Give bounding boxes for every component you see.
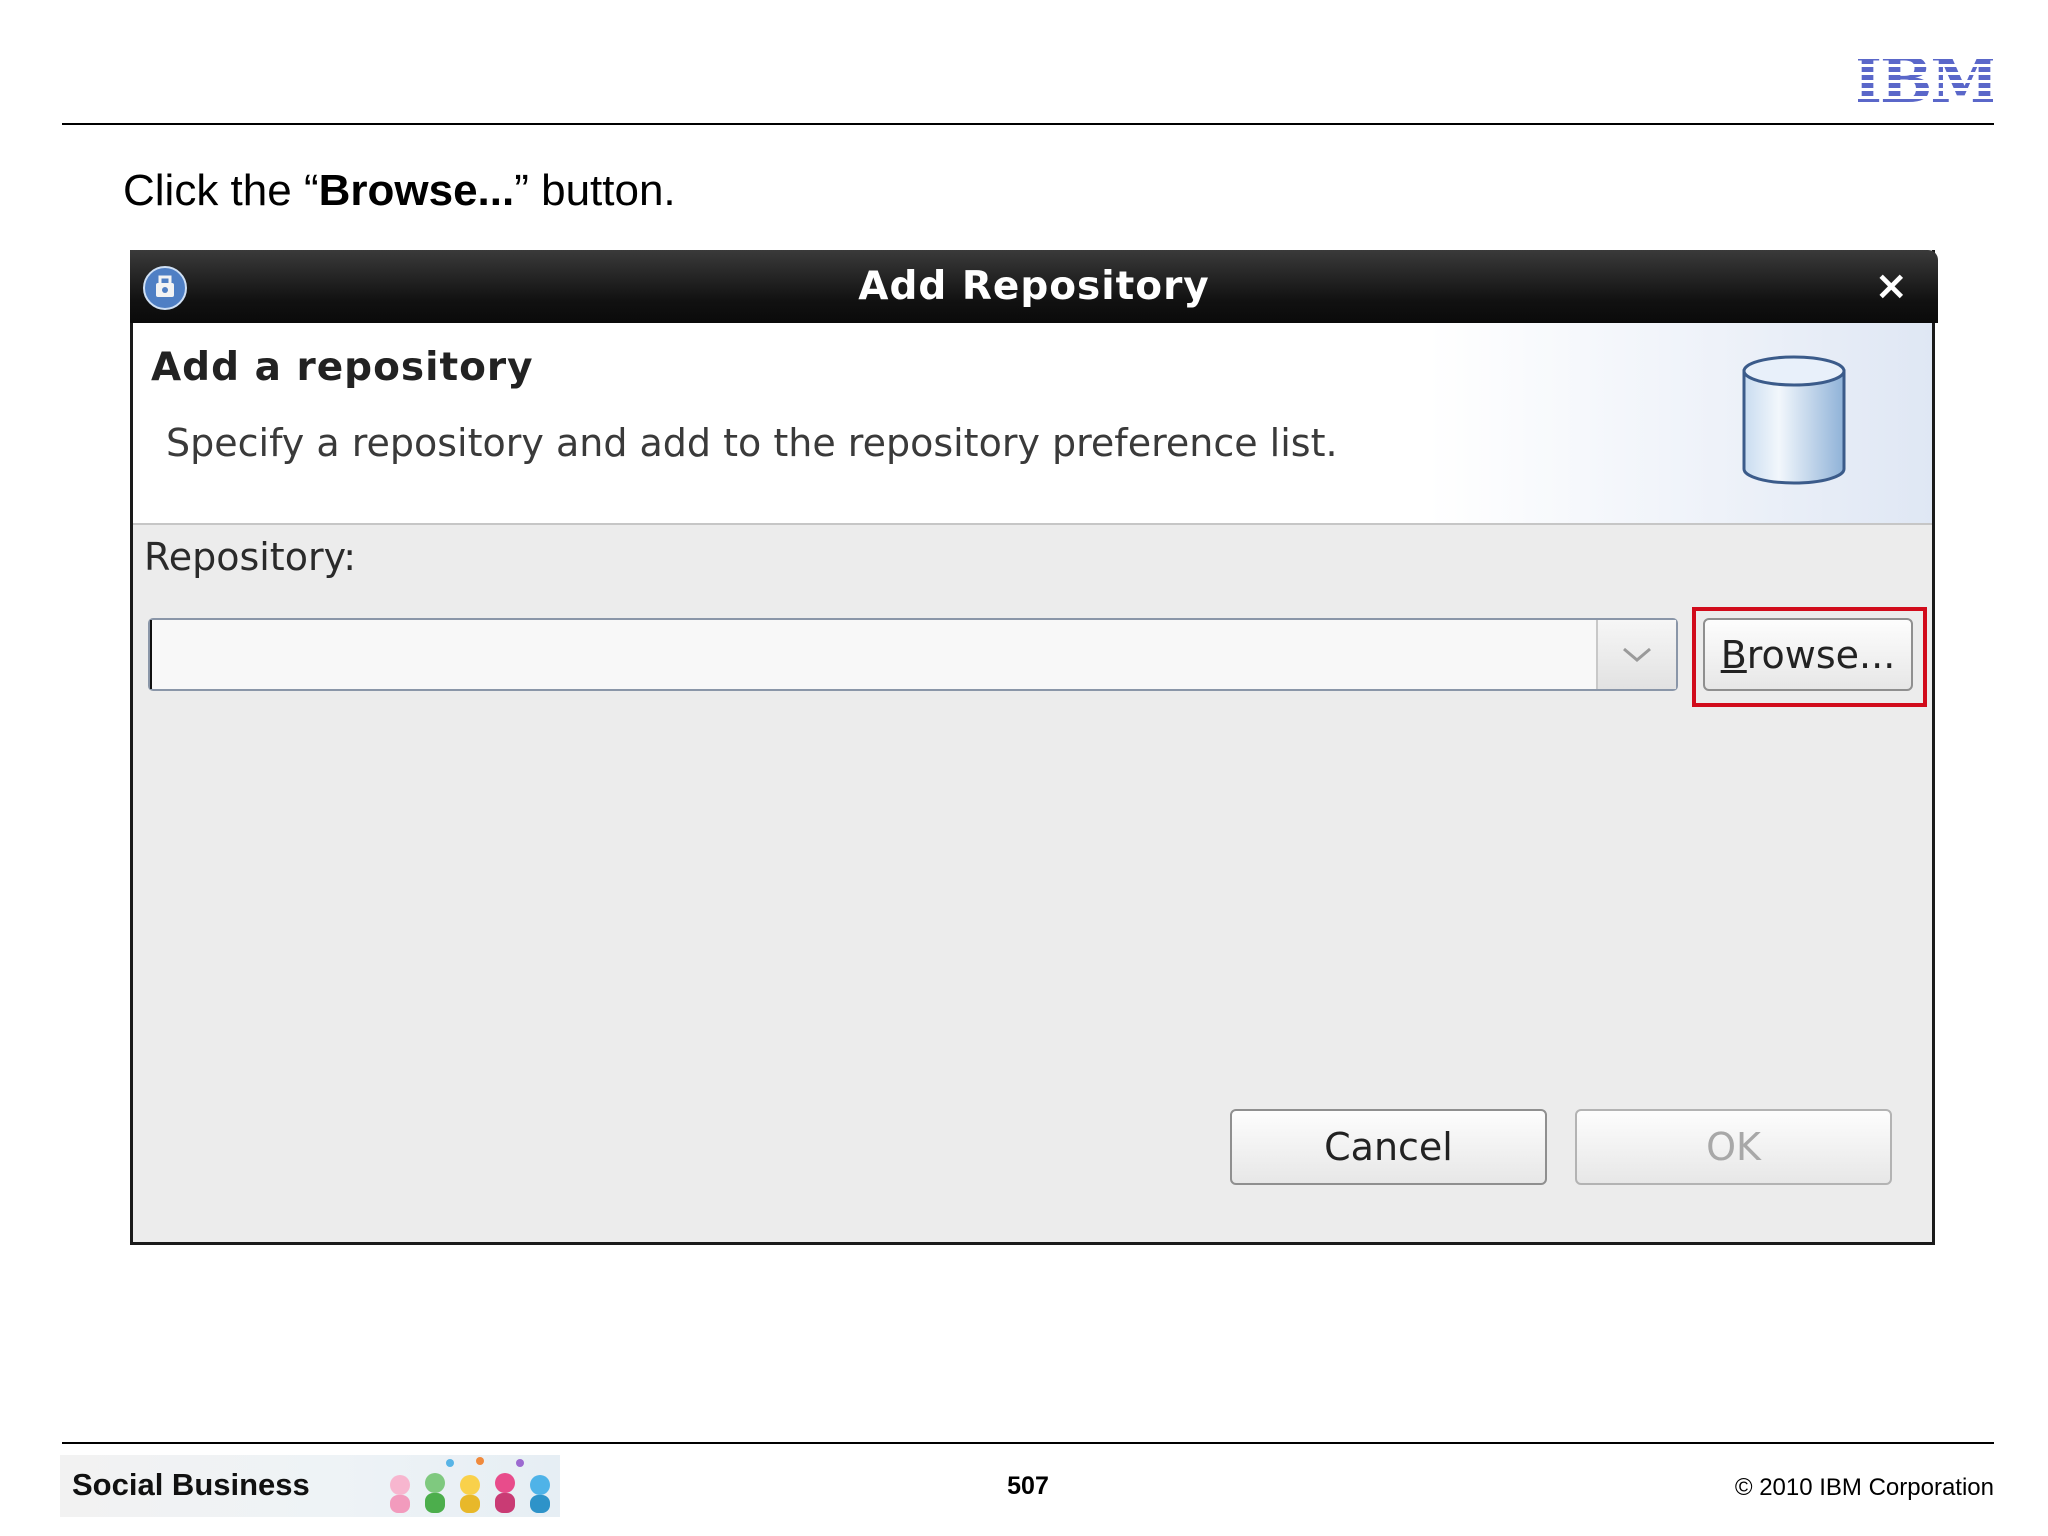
instruction-text: Click the “Browse...” button. [123, 166, 676, 215]
chevron-down-icon [1623, 647, 1651, 662]
footer-divider [62, 1442, 1994, 1444]
footer-brand-banner: Social Business [60, 1455, 560, 1517]
add-repository-dialog: Add Repository × Add a repository Specif… [130, 250, 1938, 1245]
people-graphic [390, 1457, 550, 1513]
banner-description: Specify a repository and add to the repo… [166, 421, 1338, 465]
repository-dropdown-button[interactable] [1596, 620, 1676, 689]
header-divider [62, 123, 1994, 125]
banner-title: Add a repository [151, 345, 534, 390]
ibm-logo: IBM [1858, 50, 1993, 108]
instruction-emphasis: Browse... [318, 166, 515, 215]
repository-label: Repository: [144, 535, 357, 579]
close-icon[interactable]: × [1874, 264, 1908, 308]
page-number: 507 [1007, 1472, 1049, 1500]
ok-button[interactable]: OK [1575, 1109, 1892, 1185]
dialog-titlebar[interactable]: Add Repository × [130, 250, 1938, 323]
dialog-banner: Add a repository Specify a repository an… [133, 323, 1932, 525]
database-icon [1742, 355, 1846, 485]
footer-brand-text: Social Business [72, 1467, 310, 1502]
dialog-title: Add Repository [858, 264, 1210, 309]
copyright-text: © 2010 IBM Corporation [1734, 1474, 1994, 1501]
cancel-button[interactable]: Cancel [1230, 1109, 1547, 1185]
repository-input[interactable] [150, 620, 1596, 689]
browse-button[interactable]: Browse... [1703, 618, 1913, 691]
repository-combo[interactable] [148, 618, 1678, 691]
